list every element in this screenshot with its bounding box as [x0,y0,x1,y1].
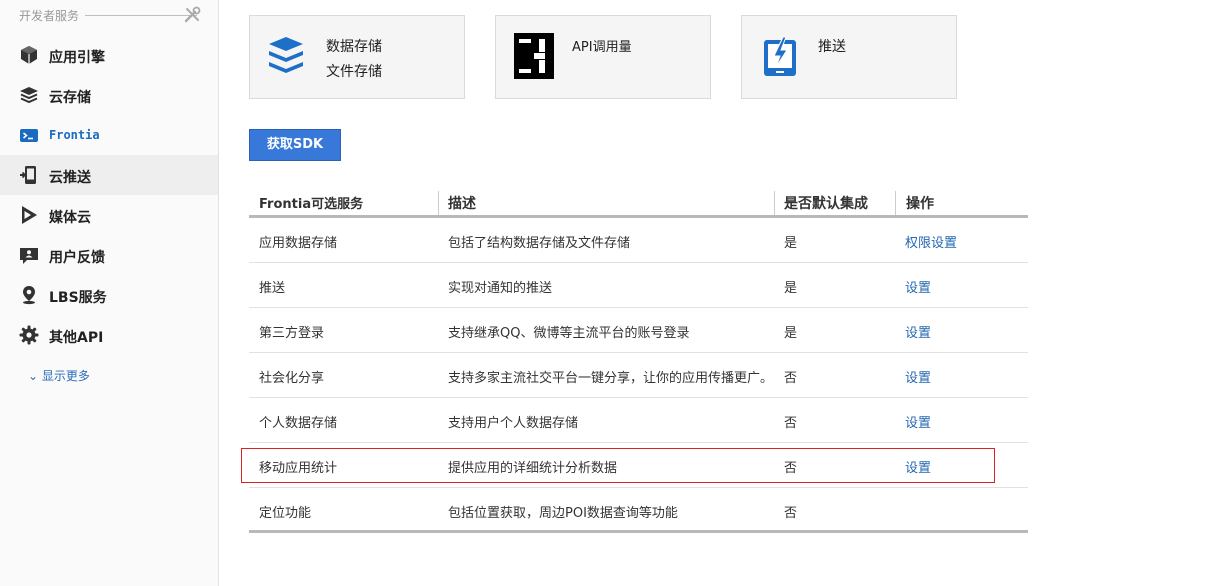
table-row: 推送 实现对通知的推送 是 设置 [249,263,1028,308]
sidebar: 开发者服务 应用引擎 云存储 Frontia 云推送 媒体云 用户反馈 LBS服… [0,0,219,586]
play-icon [22,206,37,224]
card-api-usage[interactable]: API调用量 [495,15,711,99]
column-header-default: 是否默认集成 [784,196,868,212]
table-row: 移动应用统计 提供应用的详细统计分析数据 否 设置 [249,443,1028,488]
get-sdk-button[interactable]: 获取SDK [249,129,341,161]
cell-action-link[interactable]: 设置 [905,412,931,431]
stack-icon [269,37,303,73]
sidebar-item-label: 用户反馈 [49,250,105,266]
table-row: 个人数据存储 支持用户个人数据存储 否 设置 [249,398,1028,443]
cell-default: 是 [784,326,798,341]
show-more-label: 显示更多 [41,369,90,383]
sidebar-item-label: 媒体云 [49,210,91,226]
layers-icon [20,87,38,104]
cell-description: 提供应用的详细统计分析数据 [448,461,618,476]
column-header-service: Frontia可选服务 [259,197,364,212]
table-row: 第三方登录 支持继承QQ、微博等主流平台的账号登录 是 设置 [249,308,1028,353]
sidebar-header-divider [85,15,197,16]
cell-default: 否 [784,506,798,521]
cell-service-name: 推送 [259,281,286,296]
cell-service-name: 个人数据存储 [259,416,338,431]
card-push[interactable]: 推送 [741,15,957,99]
sidebar-item-user-feedback[interactable]: 用户反馈 [0,235,218,275]
card-text: 推送 [818,35,846,60]
cell-service-name: 第三方登录 [259,326,325,341]
show-more-link[interactable]: ⌄ 显示更多 [28,367,90,384]
column-header-description: 描述 [448,196,476,212]
sidebar-item-label: LBS服务 [49,290,107,306]
sidebar-item-label: 应用引擎 [49,50,105,66]
chevron-down-icon: ⌄ [28,369,39,383]
cell-description: 实现对通知的推送 [448,281,553,296]
cell-service-name: 应用数据存储 [259,236,338,251]
column-header-action: 操作 [906,196,934,212]
sidebar-item-label: 云存储 [49,90,91,106]
card-text: API调用量 [572,35,632,60]
cell-action-link[interactable]: 设置 [905,457,931,476]
terminal-icon [20,129,38,142]
card-text: 数据存储 文件存储 [326,35,382,85]
phone-push-icon [20,166,36,184]
column-separator [774,191,775,215]
sidebar-item-app-engine[interactable]: 应用引擎 [0,35,218,75]
table-row: 定位功能 包括位置获取，周边POI数据查询等功能 否 [249,488,1028,533]
table-header: Frontia可选服务 描述 是否默认集成 操作 [249,189,1028,218]
cell-service-name: 移动应用统计 [259,461,338,476]
cell-service-name: 定位功能 [259,506,312,521]
location-pin-icon [23,286,35,305]
table-row: 应用数据存储 包括了结构数据存储及文件存储 是 权限设置 [249,218,1028,263]
cell-action-link[interactable]: 设置 [905,322,931,341]
sidebar-item-label: Frontia [49,128,100,142]
cell-action-link[interactable]: 权限设置 [905,232,957,251]
cell-action-link[interactable]: 设置 [905,277,931,296]
feedback-icon [20,248,38,264]
api-bracket-icon [514,33,554,79]
cell-description: 支持用户个人数据存储 [448,416,579,431]
tools-icon[interactable] [184,6,201,23]
card-line: 文件存储 [326,64,382,80]
cube-icon [21,46,37,64]
sidebar-item-frontia[interactable]: Frontia [0,115,218,155]
cell-default: 是 [784,236,798,251]
sidebar-item-label: 其他API [49,330,104,346]
cell-description: 包括了结构数据存储及文件存储 [448,236,631,251]
cell-default: 否 [784,371,798,386]
sidebar-item-cloud-storage[interactable]: 云存储 [0,75,218,115]
cell-description: 包括位置获取，周边POI数据查询等功能 [448,506,678,521]
sidebar-header-title: 开发者服务 [19,9,80,23]
cell-description: 支持继承QQ、微博等主流平台的账号登录 [448,326,690,341]
cell-default: 是 [784,281,798,296]
sidebar-header: 开发者服务 [19,6,201,24]
cell-action-link[interactable]: 设置 [905,367,931,386]
card-line: API调用量 [572,40,632,55]
sidebar-item-other-api[interactable]: 其他API [0,315,218,355]
sidebar-item-lbs[interactable]: LBS服务 [0,275,218,315]
table-row: 社会化分享 支持多家主流社交平台一键分享，让你的应用传播更广。否 设置 [249,353,1028,398]
gear-icon [19,325,39,345]
sidebar-item-label: 云推送 [49,170,91,186]
services-table: Frontia可选服务 描述 是否默认集成 操作 应用数据存储 包括了结构数据存储… [249,189,1028,533]
push-phone-icon [764,36,796,76]
cell-default: 否 [784,416,798,431]
card-line: 数据存储 [326,39,382,55]
table-body: 应用数据存储 包括了结构数据存储及文件存储是权限设置 推送 实现对通知的推送是设置 第三… [249,218,1028,533]
cell-default: 否 [784,461,798,476]
card-data-storage[interactable]: 数据存储 文件存储 [249,15,465,99]
sidebar-item-media-cloud[interactable]: 媒体云 [0,195,218,235]
card-line: 推送 [818,39,846,55]
column-separator [438,191,439,215]
cell-description: 支持多家主流社交平台一键分享，让你的应用传播更广。 [448,371,774,386]
column-separator [895,191,896,215]
sidebar-item-cloud-push[interactable]: 云推送 [0,155,218,195]
cell-service-name: 社会化分享 [259,371,325,386]
